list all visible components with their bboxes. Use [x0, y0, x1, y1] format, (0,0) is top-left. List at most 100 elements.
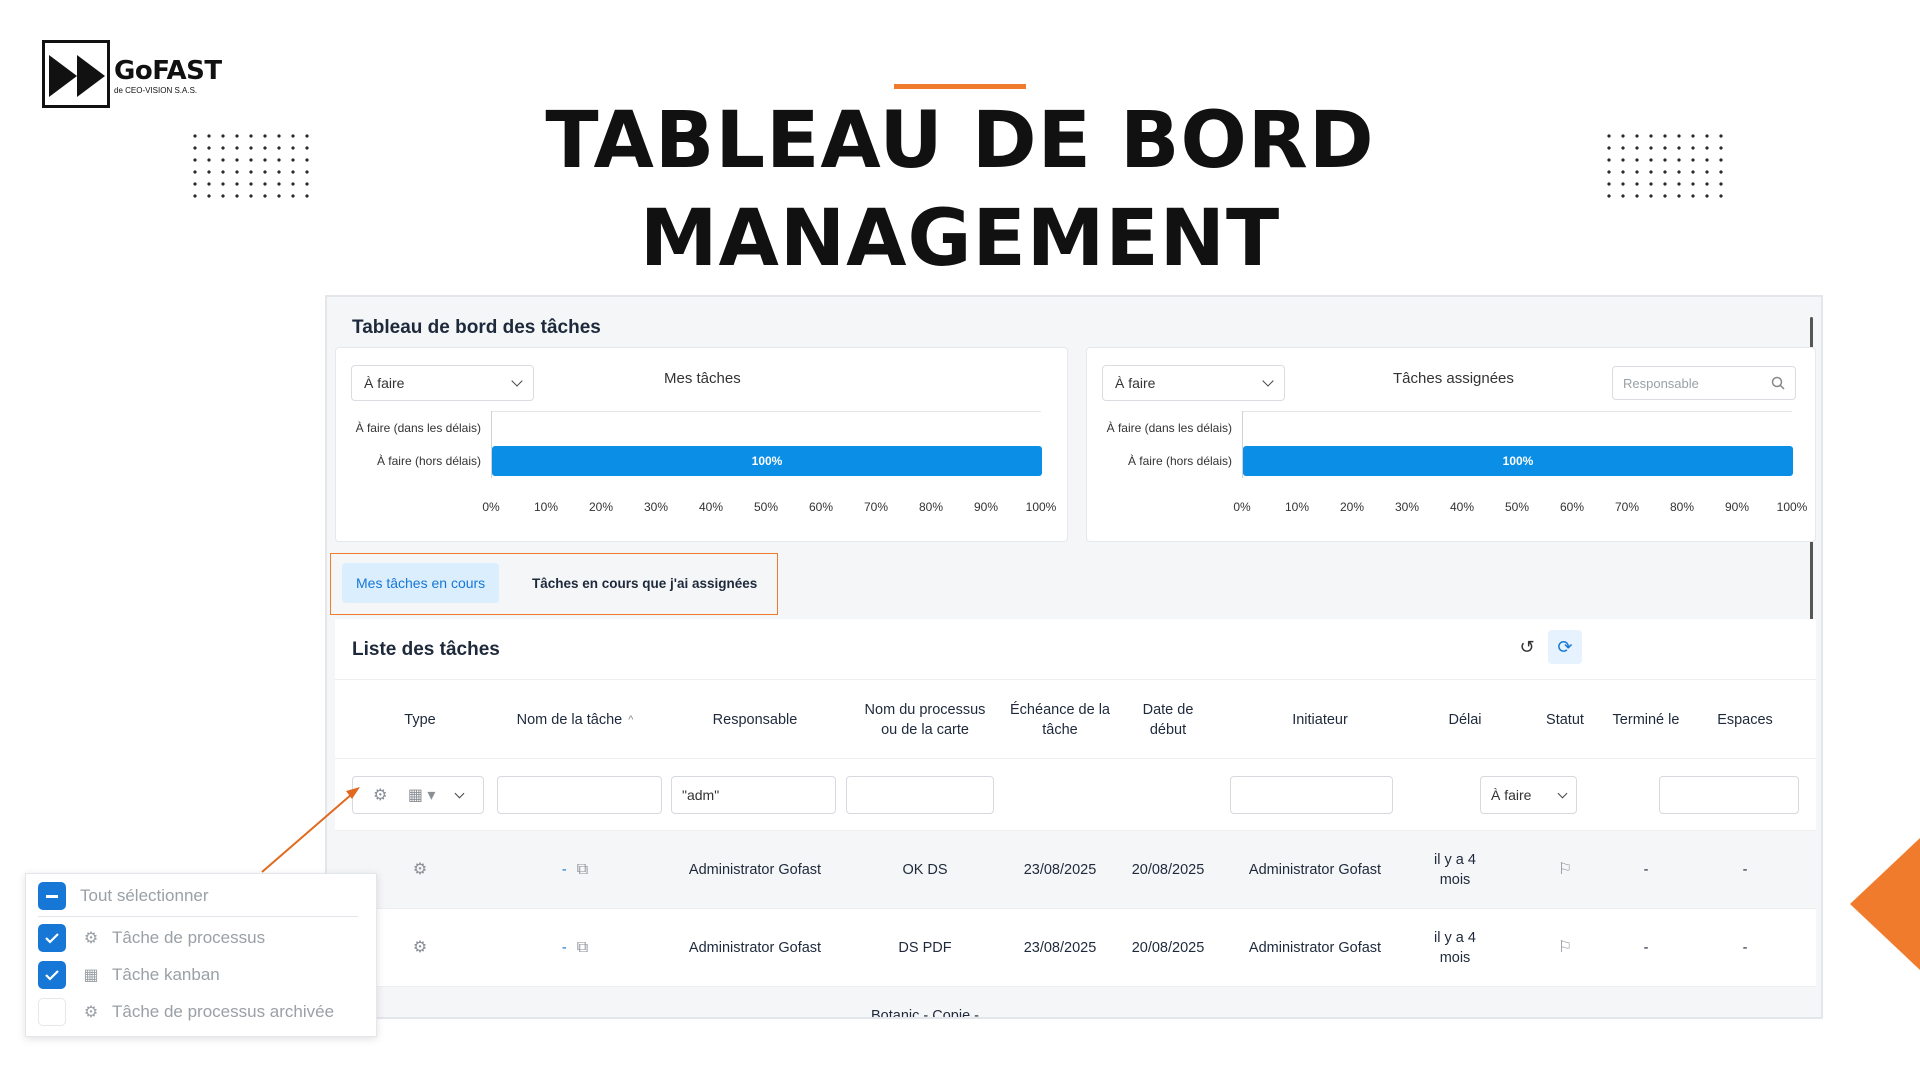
assigned-tasks-chart: À faire (dans les délais) À faire (hors d…	[1087, 348, 1817, 543]
select-all-option[interactable]: Tout sélectionner	[38, 880, 209, 912]
table-header: Type Nom de la tâche ^ Responsable Nom d…	[335, 679, 1816, 759]
table-row[interactable]: ▦ Module facture à Administrator Gofast …	[335, 987, 1816, 1019]
dot-grid-decoration	[188, 130, 316, 202]
process-task-icon: ⚙	[412, 939, 428, 956]
status-filter-select[interactable]: À faire	[1480, 776, 1577, 814]
task-name-link[interactable]: -	[562, 860, 567, 880]
status-filter-value: À faire	[1491, 787, 1532, 803]
initiator-cell: Administrator Gofast	[1248, 862, 1382, 878]
finished-cell: -	[1643, 862, 1649, 878]
col-initiator[interactable]: Initiateur	[1230, 680, 1410, 760]
task-name-cell[interactable]: - ⧉	[495, 831, 655, 909]
orange-triangle-decoration	[1850, 838, 1920, 970]
unchecked-checkbox[interactable]	[38, 998, 66, 1026]
chart-top-rule	[491, 411, 1041, 412]
chart-bar[interactable]: 100%	[1243, 446, 1793, 476]
responsable-cell: Administrator Gofast	[665, 987, 845, 1017]
tab-my-current-tasks[interactable]: Mes tâches en cours	[342, 563, 500, 603]
col-task-name[interactable]: Nom de la tâche ^	[495, 680, 655, 760]
chart-top-rule	[1242, 411, 1792, 412]
checked-checkbox[interactable]	[38, 961, 66, 989]
chart-x-tick: 100%	[1025, 500, 1057, 514]
filter-row: ⚙ ▦ ▾ "adm" À faire	[335, 759, 1816, 831]
brand-subtitle: de CEO-VISION S.A.S.	[114, 86, 198, 95]
col-status[interactable]: Statut	[1515, 680, 1615, 760]
chart-x-tick: 20%	[1339, 500, 1365, 514]
option-kanban-task[interactable]: ▦ Tâche kanban	[38, 959, 220, 991]
fast-forward-icon	[42, 40, 110, 108]
refresh-button[interactable]: ⟳	[1548, 630, 1582, 664]
process-cell: DS PDF	[898, 940, 952, 956]
kanban-task-icon: ▦	[412, 1016, 427, 1017]
dashboard-title: Tableau de bord des tâches	[352, 317, 601, 338]
type-filter-select[interactable]: ⚙ ▦ ▾	[352, 776, 484, 814]
responsable-cell: Administrator Gofast	[688, 940, 822, 956]
chart-category-label: À faire (dans les délais)	[1106, 421, 1232, 435]
delay-cell: il y a 4 mois	[1434, 930, 1476, 966]
due-date-cell: 21/10/2025	[1000, 987, 1120, 1017]
chart-x-tick: 70%	[863, 500, 889, 514]
delay-cell: il y a 4 mois	[1434, 852, 1476, 888]
task-name-cell[interactable]: Module facture à	[495, 987, 655, 1017]
start-date-cell: 20/08/2025	[1131, 862, 1205, 878]
process-task-icon: ⚙	[83, 930, 99, 947]
col-spaces[interactable]: Espaces	[1685, 680, 1805, 760]
archived-process-task-icon: ⚙	[83, 1004, 99, 1021]
col-start-date[interactable]: Date de début	[1128, 680, 1208, 760]
task-name-filter-input[interactable]	[497, 776, 662, 814]
slide-title: TABLEAU DE BORD MANAGEMENT	[360, 92, 1560, 288]
process-cell: OK DS	[902, 862, 948, 878]
gofast-logo: GoFAST de CEO-VISION S.A.S.	[42, 40, 222, 108]
finished-cell: -	[1643, 940, 1649, 956]
external-link-icon[interactable]: ⧉	[577, 938, 588, 958]
initiator-filter-input[interactable]	[1230, 776, 1393, 814]
indeterminate-checkbox[interactable]	[38, 882, 66, 910]
dot-grid-decoration	[1602, 130, 1730, 202]
col-process-name[interactable]: Nom du processus ou de la carte	[855, 680, 995, 760]
my-tasks-chart: À faire (dans les délais) À faire (hors d…	[336, 348, 1069, 543]
option-process-task[interactable]: ⚙ Tâche de processus	[38, 922, 265, 954]
spaces-filter-input[interactable]	[1659, 776, 1799, 814]
col-delay[interactable]: Délai	[1415, 680, 1515, 760]
task-name-link[interactable]: -	[562, 938, 567, 958]
reset-button[interactable]: ↺	[1510, 630, 1544, 664]
chart-x-tick: 50%	[753, 500, 779, 514]
col-type[interactable]: Type	[375, 680, 465, 760]
chart-x-tick: 30%	[1394, 500, 1420, 514]
table-row[interactable]: ⚙ - ⧉ Administrator Gofast OK DS 23/08/2…	[335, 831, 1816, 909]
chart-bar[interactable]: 100%	[492, 446, 1042, 476]
chart-x-tick: 10%	[533, 500, 559, 514]
option-archived-process-task[interactable]: ⚙ Tâche de processus archivée	[38, 996, 334, 1028]
checked-checkbox[interactable]	[38, 924, 66, 952]
slide-title-line1: TABLEAU DE BORD	[545, 96, 1375, 186]
spaces-cell: -	[1742, 862, 1748, 878]
type-cell: ▦	[375, 987, 465, 1017]
col-due-date[interactable]: Échéance de la tâche	[1000, 680, 1120, 760]
chart-x-tick: 80%	[918, 500, 944, 514]
task-name-cell[interactable]: - ⧉	[495, 909, 655, 987]
chart-x-tick: 90%	[1724, 500, 1750, 514]
chart-x-tick: 50%	[1504, 500, 1530, 514]
col-finished[interactable]: Terminé le	[1611, 680, 1681, 760]
table-row[interactable]: ⚙ - ⧉ Administrator Gofast DS PDF 23/08/…	[335, 909, 1816, 987]
chart-x-tick: 0%	[1233, 500, 1251, 514]
option-label: Tâche de processus	[112, 928, 266, 947]
chart-x-tick: 60%	[1559, 500, 1585, 514]
kanban-task-icon: ▦ ▾	[407, 787, 436, 804]
tab-assigned-tasks[interactable]: Tâches en cours que j'ai assignées	[518, 563, 771, 603]
process-filter-input[interactable]	[846, 776, 994, 814]
responsable-cell: Administrator Gofast	[688, 862, 822, 878]
external-link-icon[interactable]: ⧉	[577, 860, 588, 880]
chart-x-tick: 30%	[643, 500, 669, 514]
process-cell: Botanic - Copie - Copie - Copie	[871, 1008, 979, 1019]
refresh-icon: ⟳	[1557, 636, 1573, 657]
due-date-cell: 23/08/2025	[1023, 940, 1097, 956]
chart-x-tick: 40%	[1449, 500, 1475, 514]
kanban-task-icon: ▦	[83, 967, 99, 984]
chart-data-label: 100%	[751, 454, 783, 468]
chart-category-label: À faire (dans les délais)	[355, 421, 481, 435]
responsable-filter-input[interactable]: "adm"	[671, 776, 836, 814]
start-date-cell: 20/08/2025	[1131, 940, 1205, 956]
col-responsable[interactable]: Responsable	[675, 680, 835, 760]
chart-x-tick: 70%	[1614, 500, 1640, 514]
